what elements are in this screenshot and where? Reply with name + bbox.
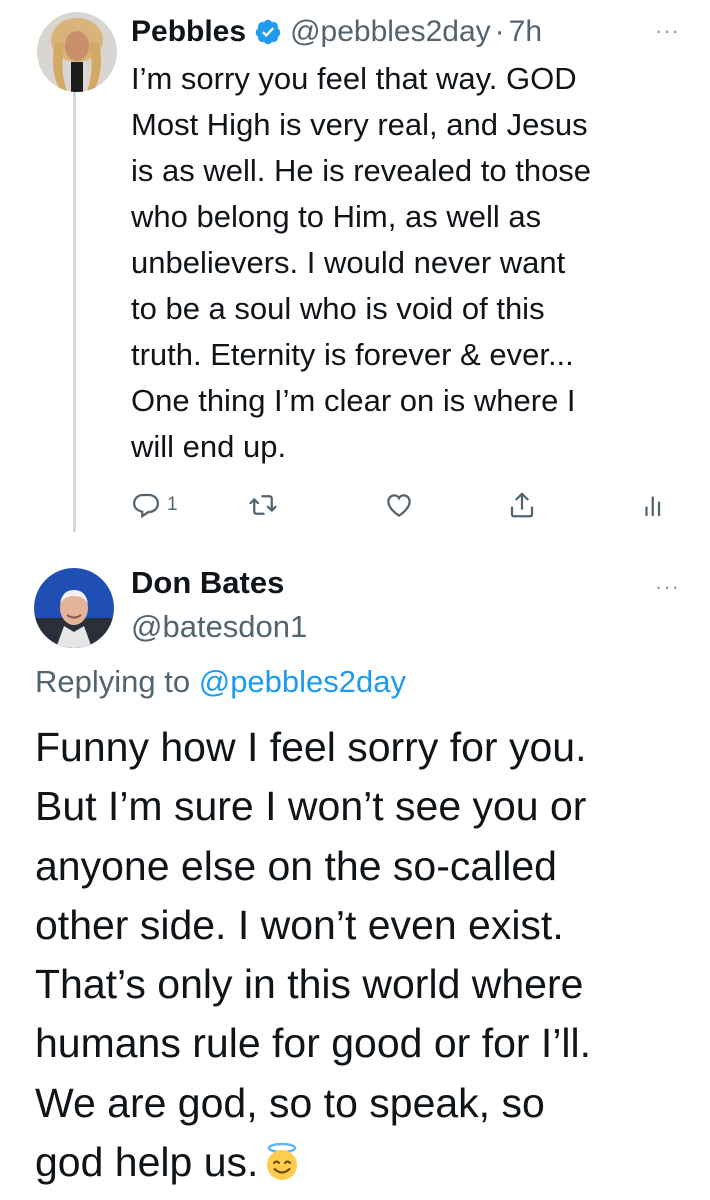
smiling-face-with-halo-icon xyxy=(262,1139,302,1181)
more-options-icon[interactable]: ··· xyxy=(655,574,680,600)
more-options-icon[interactable]: ··· xyxy=(655,18,680,44)
mention-link[interactable]: @pebbles2day xyxy=(199,664,406,699)
replying-to-label: Replying to xyxy=(35,664,191,699)
analytics-button[interactable] xyxy=(639,490,669,520)
separator-dot: · xyxy=(494,15,505,48)
display-name[interactable]: Pebbles xyxy=(131,15,246,49)
reply-tweet-text: Funny how I feel sorry for you. But I’m … xyxy=(35,718,695,1192)
like-icon xyxy=(387,494,411,517)
reply-button[interactable]: 1 xyxy=(131,490,178,520)
thread-connector-line xyxy=(73,92,76,532)
avatar[interactable] xyxy=(34,568,114,648)
replying-to-line: Replying to @pebbles2day xyxy=(35,664,406,700)
retweet-button[interactable] xyxy=(248,490,278,520)
analytics-icon xyxy=(645,496,661,517)
user-handle[interactable]: @batesdon1 xyxy=(131,609,307,645)
timestamp[interactable]: 7h xyxy=(509,15,542,49)
tweet-header: Pebbles @pebbles2day · 7h xyxy=(131,10,680,54)
tweet-actions-bar: 1 xyxy=(131,490,679,530)
display-name[interactable]: Don Bates xyxy=(131,565,284,601)
reply-count: 1 xyxy=(167,494,178,515)
tweet-text: I’m sorry you feel that way. GOD Most Hi… xyxy=(131,61,592,464)
avatar[interactable] xyxy=(37,12,117,92)
retweet-icon xyxy=(249,495,277,515)
reply-icon xyxy=(132,493,160,519)
share-icon xyxy=(510,492,534,518)
share-button[interactable] xyxy=(507,490,537,520)
verified-badge-icon xyxy=(254,18,282,46)
user-handle[interactable]: @pebbles2day xyxy=(290,15,491,49)
reply-tweet-body: Funny how I feel sorry for you. But I’m … xyxy=(35,724,592,1186)
like-button[interactable] xyxy=(384,490,414,520)
